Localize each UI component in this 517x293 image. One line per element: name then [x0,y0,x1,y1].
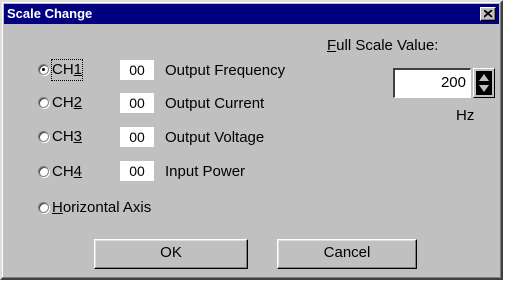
radio-ch3-indicator[interactable] [38,131,49,142]
dialog-title: Scale Change [7,6,93,21]
ch1-description: Output Frequency [165,62,286,79]
title-bar[interactable]: Scale Change [4,4,499,24]
ch4-code-field[interactable]: 00 [120,161,154,181]
ch2-code-field[interactable]: 00 [120,93,154,113]
radio-ch3-label: CH3 [52,128,83,145]
full-scale-value-label: Full Scale Value: [327,37,439,54]
close-button[interactable] [480,7,496,21]
spin-up-down-icon [476,71,492,95]
ch4-description: Input Power [165,163,246,180]
radio-ch4-label: CH4 [52,163,83,180]
full-scale-value-input[interactable]: 200 [393,68,471,98]
unit-label: Hz [456,107,475,124]
close-icon [484,10,493,18]
ch2-description: Output Current [165,95,265,112]
radio-horizontal-axis-label: Horizontal Axis [52,199,152,216]
radio-ch2-indicator[interactable] [38,97,49,108]
radio-ch2-label: CH2 [52,94,83,111]
full-scale-spinner[interactable] [473,68,495,98]
ch3-description: Output Voltage [165,129,265,146]
radio-ch1-label: CH1 [50,59,84,81]
radio-ch4-indicator[interactable] [38,166,49,177]
ch1-code-field[interactable]: 00 [120,60,154,80]
radio-ch1-indicator[interactable] [38,64,49,75]
ch3-code-field[interactable]: 00 [120,127,154,147]
ok-button[interactable]: OK [94,239,248,269]
cancel-button[interactable]: Cancel [277,239,417,269]
radio-horizontal-axis-indicator[interactable] [38,202,49,213]
